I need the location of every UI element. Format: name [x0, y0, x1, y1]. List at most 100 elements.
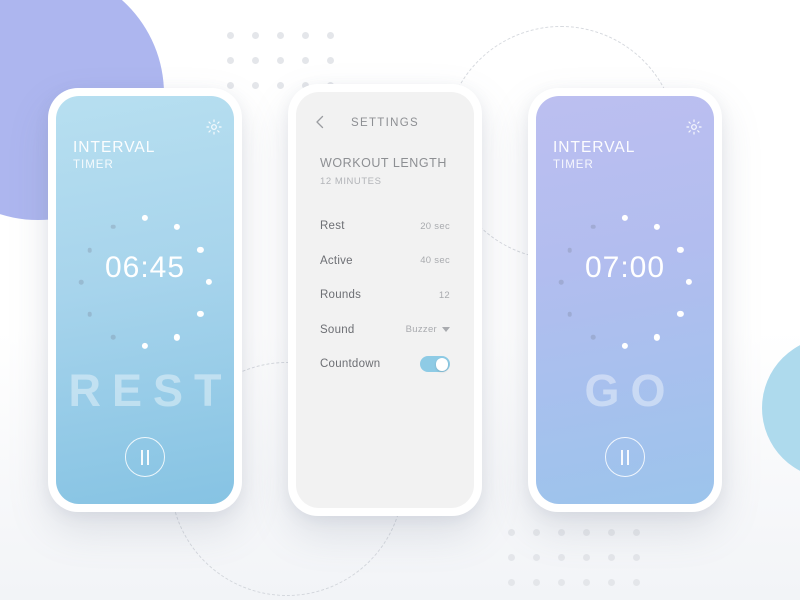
decorative-dot — [327, 32, 334, 39]
pause-icon-bar-left — [621, 450, 623, 465]
dial-dot-active — [621, 342, 629, 350]
dial-dot-active — [677, 310, 684, 318]
decorative-dot — [558, 529, 565, 536]
dial-dot-active — [173, 223, 181, 230]
decorative-dot — [533, 579, 540, 586]
decorative-dot — [558, 554, 565, 561]
decorative-dot — [558, 579, 565, 586]
screen-settings: SETTINGS WORKOUT LENGTH 12 MINUTES Rest 2… — [296, 92, 474, 508]
section-header: WORKOUT LENGTH — [320, 156, 447, 170]
dial-dot-inactive — [110, 224, 116, 229]
decorative-dot — [583, 579, 590, 586]
dial-dot-active — [173, 334, 181, 341]
settings-row-rest[interactable]: Rest 20 sec — [320, 209, 450, 244]
decorative-dot — [533, 529, 540, 536]
dial-dot-inactive — [567, 311, 572, 317]
settings-row-label: Rounds — [320, 289, 362, 302]
dial-dot-inactive — [87, 311, 92, 317]
settings-row-value: 12 — [439, 290, 450, 301]
chevron-down-icon[interactable] — [442, 327, 450, 333]
decorative-dot — [252, 57, 259, 64]
decorative-dot — [252, 32, 259, 39]
decorative-dot — [277, 82, 284, 89]
phone-settings: SETTINGS WORKOUT LENGTH 12 MINUTES Rest 2… — [288, 84, 482, 516]
timer-readout-go: 07:00 — [584, 251, 666, 284]
phone-rest: INTERVAL TIMER 06:45 REST — [48, 88, 242, 512]
dial-dot-active — [653, 334, 661, 341]
settings-row-value: 40 sec — [420, 255, 450, 266]
settings-row-active[interactable]: Active 40 sec — [320, 244, 450, 279]
app-brand-go: INTERVAL TIMER — [553, 140, 635, 171]
pause-icon-bar-left — [141, 450, 143, 465]
dial-dot-active — [653, 223, 661, 230]
countdown-toggle[interactable] — [420, 356, 450, 373]
pause-icon-bar-right — [627, 450, 629, 465]
settings-row-rounds[interactable]: Rounds 12 — [320, 278, 450, 313]
settings-row-label: Countdown — [320, 358, 381, 371]
settings-row-list: Rest 20 sec Active 40 sec Rounds 12 Sound Buzze… — [296, 209, 474, 382]
app-mockup-canvas: INTERVAL TIMER 06:45 REST SETTINGS WORKO… — [0, 0, 800, 600]
decorative-dot — [227, 82, 234, 89]
decorative-dot — [633, 579, 640, 586]
dial-dot-inactive — [590, 335, 596, 340]
state-word-rest: REST — [68, 365, 233, 416]
brand-line-2: TIMER — [73, 158, 114, 171]
screen-rest: INTERVAL TIMER 06:45 REST — [56, 96, 234, 504]
settings-row-label: Active — [320, 254, 353, 267]
settings-header: SETTINGS — [296, 92, 474, 140]
settings-row-value: 20 sec — [420, 221, 450, 232]
brand-line-1: INTERVAL — [553, 139, 636, 156]
decorative-dot-grid-bottom — [508, 529, 640, 586]
dial-dot-inactive — [110, 335, 116, 340]
decorative-dot — [302, 57, 309, 64]
decorative-dot — [608, 579, 615, 586]
decorative-dot — [227, 57, 234, 64]
timer-readout-rest: 06:45 — [104, 251, 186, 284]
settings-row-value-text: 40 sec — [420, 255, 450, 267]
settings-row-label: Rest — [320, 220, 345, 233]
pause-button-go[interactable] — [605, 437, 645, 477]
decorative-dot — [583, 554, 590, 561]
dial-dot-active — [197, 310, 204, 318]
app-brand-rest: INTERVAL TIMER — [73, 140, 155, 171]
decorative-dot — [508, 529, 515, 536]
decorative-dot — [633, 554, 640, 561]
decorative-dot — [277, 32, 284, 39]
settings-row-label: Sound — [320, 323, 355, 336]
decorative-dot — [508, 554, 515, 561]
workout-length-section: WORKOUT LENGTH 12 MINUTES — [296, 140, 474, 186]
screen-go: INTERVAL TIMER 07:00 GO — [536, 96, 714, 504]
dial-dot-active — [621, 214, 629, 222]
pause-icon-bar-right — [147, 450, 149, 465]
gear-icon[interactable] — [205, 118, 223, 136]
dial-dot-inactive — [87, 247, 92, 253]
decorative-circle-blue — [762, 337, 800, 479]
decorative-dot — [508, 579, 515, 586]
decorative-dot — [252, 82, 259, 89]
brand-line-1: INTERVAL — [73, 139, 156, 156]
settings-row-value-text: Buzzer — [405, 324, 437, 336]
decorative-dot — [277, 57, 284, 64]
gear-icon[interactable] — [685, 118, 703, 136]
dial-dot-inactive — [590, 224, 596, 229]
phone-go: INTERVAL TIMER 07:00 GO — [528, 88, 722, 512]
dial-dot-inactive — [567, 247, 572, 253]
settings-row-value-text: 12 — [438, 289, 450, 301]
decorative-dot — [608, 554, 615, 561]
settings-row-sound[interactable]: Sound Buzzer — [320, 313, 450, 348]
dial-dot-active — [141, 214, 149, 222]
section-subtext: 12 MINUTES — [320, 175, 382, 187]
decorative-dot — [633, 529, 640, 536]
brand-line-2: TIMER — [553, 158, 594, 171]
settings-row-countdown[interactable]: Countdown — [320, 347, 450, 382]
settings-row-value[interactable]: Buzzer — [406, 324, 450, 335]
dial-dot-active — [141, 342, 149, 350]
pause-button-rest[interactable] — [125, 437, 165, 477]
toggle-knob — [435, 357, 449, 371]
decorative-dot — [302, 32, 309, 39]
decorative-dot — [327, 57, 334, 64]
state-word-go: GO — [584, 365, 677, 416]
decorative-dot — [608, 529, 615, 536]
decorative-dot-grid-top — [227, 32, 334, 89]
decorative-dot — [533, 554, 540, 561]
